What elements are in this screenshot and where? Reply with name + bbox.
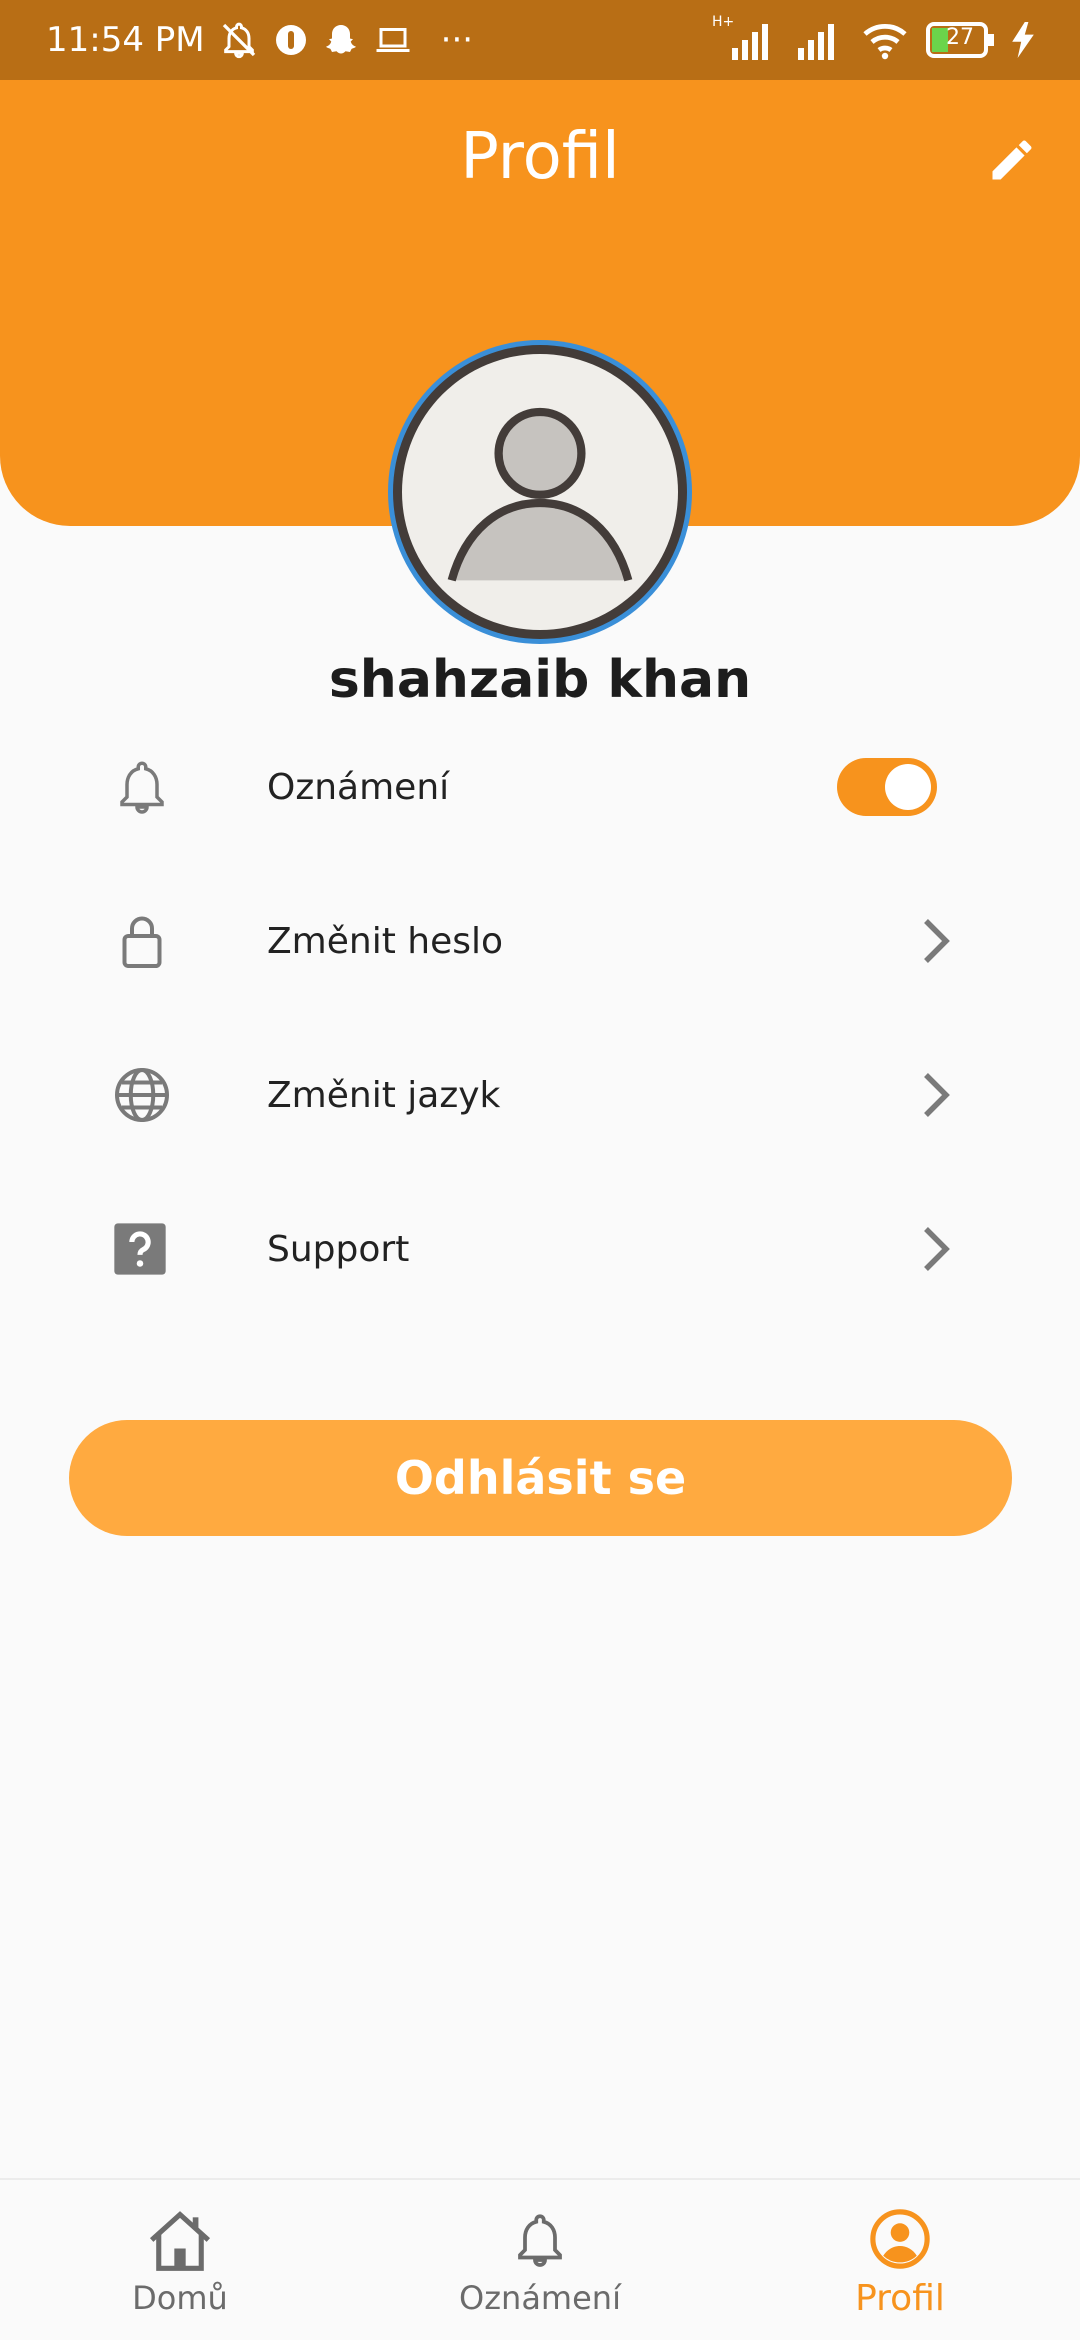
help-icon xyxy=(112,1215,168,1283)
edit-profile-button[interactable] xyxy=(980,128,1044,192)
menu-label-change-password: Změnit heslo xyxy=(267,920,504,962)
charging-icon xyxy=(1012,22,1034,58)
snapchat-icon xyxy=(323,22,359,58)
battery-level: 27 xyxy=(946,25,974,50)
default-user-icon xyxy=(402,354,678,630)
menu-label-notifications: Oznámení xyxy=(267,766,450,808)
menu-item-change-password[interactable]: Změnit heslo xyxy=(0,881,1080,1001)
pencil-icon xyxy=(992,140,1032,180)
chevron-right-icon xyxy=(912,1065,960,1125)
status-right: H+ 27 xyxy=(712,14,1034,60)
status-left: 11:54 PM ··· xyxy=(46,20,473,60)
bell-icon xyxy=(505,2205,575,2275)
notifications-toggle[interactable] xyxy=(837,758,937,816)
avatar[interactable] xyxy=(388,340,692,644)
battery-icon: 27 xyxy=(926,22,996,58)
chevron-right-icon xyxy=(912,1219,960,1279)
nav-item-profile[interactable]: Profil xyxy=(720,2180,1080,2340)
menu-item-support[interactable]: Support xyxy=(0,1189,1080,1309)
avatar-inner xyxy=(393,345,687,639)
status-time: 11:54 PM xyxy=(46,20,205,60)
nav-item-home[interactable]: Domů xyxy=(0,2180,360,2340)
nav-label-profile: Profil xyxy=(855,2277,945,2319)
network-type-label: H+ xyxy=(712,14,735,30)
menu-label-change-language: Změnit jazyk xyxy=(267,1074,501,1116)
signal-icon xyxy=(794,20,844,60)
nav-label-home: Domů xyxy=(132,2279,228,2317)
more-notifications: ··· xyxy=(440,20,474,60)
globe-icon xyxy=(112,1061,172,1129)
home-icon xyxy=(145,2205,215,2275)
wifi-icon xyxy=(860,20,910,60)
nav-item-notifications[interactable]: Oznámení xyxy=(360,2180,720,2340)
menu-item-change-language[interactable]: Změnit jazyk xyxy=(0,1035,1080,1155)
account-circle-icon xyxy=(865,2204,935,2274)
chevron-right-icon xyxy=(912,911,960,971)
toggle-knob xyxy=(885,764,931,810)
signal-hplus-icon: H+ xyxy=(712,14,778,60)
logout-button[interactable]: Odhlásit se xyxy=(69,1420,1012,1536)
nav-label-notifications: Oznámení xyxy=(459,2279,621,2317)
app-notification-icon xyxy=(273,22,309,58)
status-bar: 11:54 PM ··· H+ 27 xyxy=(0,0,1080,80)
page-title: Profil xyxy=(460,120,620,194)
menu-label-support: Support xyxy=(267,1228,410,1270)
bottom-nav: Domů Oznámení Profil xyxy=(0,2178,1080,2340)
lock-icon xyxy=(112,907,172,975)
bell-icon xyxy=(112,753,172,821)
menu-item-notifications: Oznámení xyxy=(0,727,1080,847)
laptop-icon xyxy=(373,22,413,58)
user-name: shahzaib khan xyxy=(328,650,752,710)
muted-bell-icon xyxy=(219,20,259,60)
